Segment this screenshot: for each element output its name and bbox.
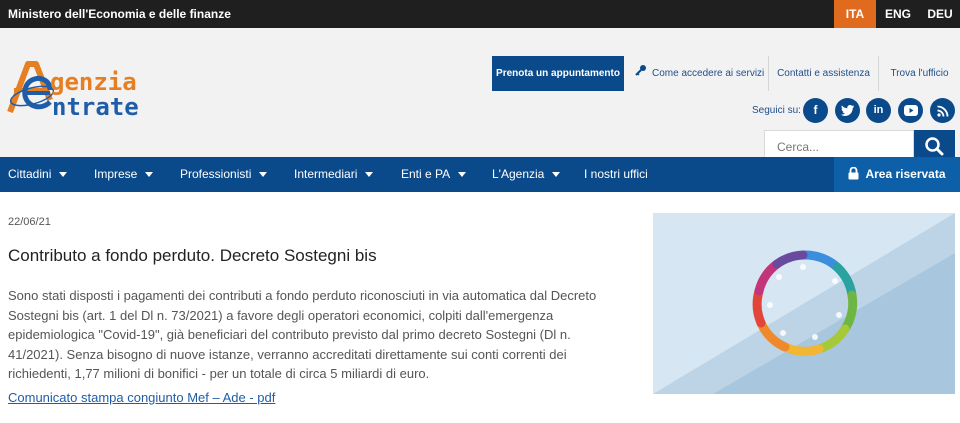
nav-item-imprese[interactable]: Imprese	[94, 157, 154, 192]
nav-label: Imprese	[94, 167, 138, 181]
facebook-icon[interactable]: f	[803, 98, 828, 123]
language-deu[interactable]: DEU	[920, 0, 960, 28]
caret-down-icon	[552, 172, 561, 178]
linkedin-icon[interactable]: in	[866, 98, 891, 123]
trova-ufficio-link[interactable]: Trova l'ufficio	[878, 56, 960, 91]
come-accedere-label: Come accedere ai servizi	[652, 68, 765, 79]
nav-label: Intermediari	[294, 167, 358, 181]
nav-item-professionisti[interactable]: Professionisti	[180, 157, 268, 192]
ministry-link[interactable]: Ministero dell'Economia e delle finanze	[8, 7, 231, 21]
rss-icon[interactable]	[930, 98, 955, 123]
language-eng[interactable]: ENG	[876, 0, 920, 28]
area-riservata-label: Area riservata	[865, 167, 946, 181]
twitter-icon[interactable]	[835, 98, 860, 123]
lock-icon	[848, 166, 859, 180]
article-date: 22/06/21	[8, 216, 51, 228]
key-icon	[635, 65, 646, 76]
youtube-icon[interactable]	[898, 98, 923, 123]
caret-down-icon	[365, 172, 374, 178]
caret-down-icon	[59, 172, 68, 178]
area-riservata-button[interactable]: Area riservata	[834, 157, 960, 192]
site-header: genzia ntrate Prenota un appuntamento Co…	[0, 28, 960, 163]
nav-item-agenzia[interactable]: L'Agenzia	[492, 157, 561, 192]
nav-item-enti-pa[interactable]: Enti e PA	[401, 157, 467, 192]
article-body: Sono stati disposti i pagamenti dei cont…	[8, 288, 597, 381]
caret-down-icon	[145, 172, 154, 178]
prenota-appuntamento-button[interactable]: Prenota un appuntamento	[492, 56, 624, 91]
come-accedere-link[interactable]: Come accedere ai servizi	[632, 56, 768, 91]
caret-down-icon	[259, 172, 268, 178]
nav-item-nostri-uffici[interactable]: I nostri uffici	[584, 157, 648, 192]
logo-text-agenzia: genzia	[50, 68, 137, 96]
nav-label: L'Agenzia	[492, 167, 545, 181]
nav-item-cittadini[interactable]: Cittadini	[8, 157, 68, 192]
comunicato-pdf-link[interactable]: Comunicato stampa congiunto Mef – Ade - …	[8, 390, 275, 405]
article-title[interactable]: Contributo a fondo perduto. Decreto Sost…	[8, 246, 377, 266]
logo-text-entrate: ntrate	[52, 93, 139, 121]
language-ita[interactable]: ITA	[834, 0, 876, 28]
nav-label: Enti e PA	[401, 167, 451, 181]
nav-label: Cittadini	[8, 167, 52, 181]
caret-down-icon	[458, 172, 467, 178]
top-bar: Ministero dell'Economia e delle finanze …	[0, 0, 960, 28]
social-label: Seguici su:	[752, 105, 801, 116]
nav-item-intermediari[interactable]: Intermediari	[294, 157, 374, 192]
article-image	[653, 213, 955, 394]
nav-label: Professionisti	[180, 167, 252, 181]
contatti-assistenza-link[interactable]: Contatti e assistenza	[768, 56, 878, 91]
main-nav: Cittadini Imprese Professionisti Interme…	[0, 157, 960, 192]
